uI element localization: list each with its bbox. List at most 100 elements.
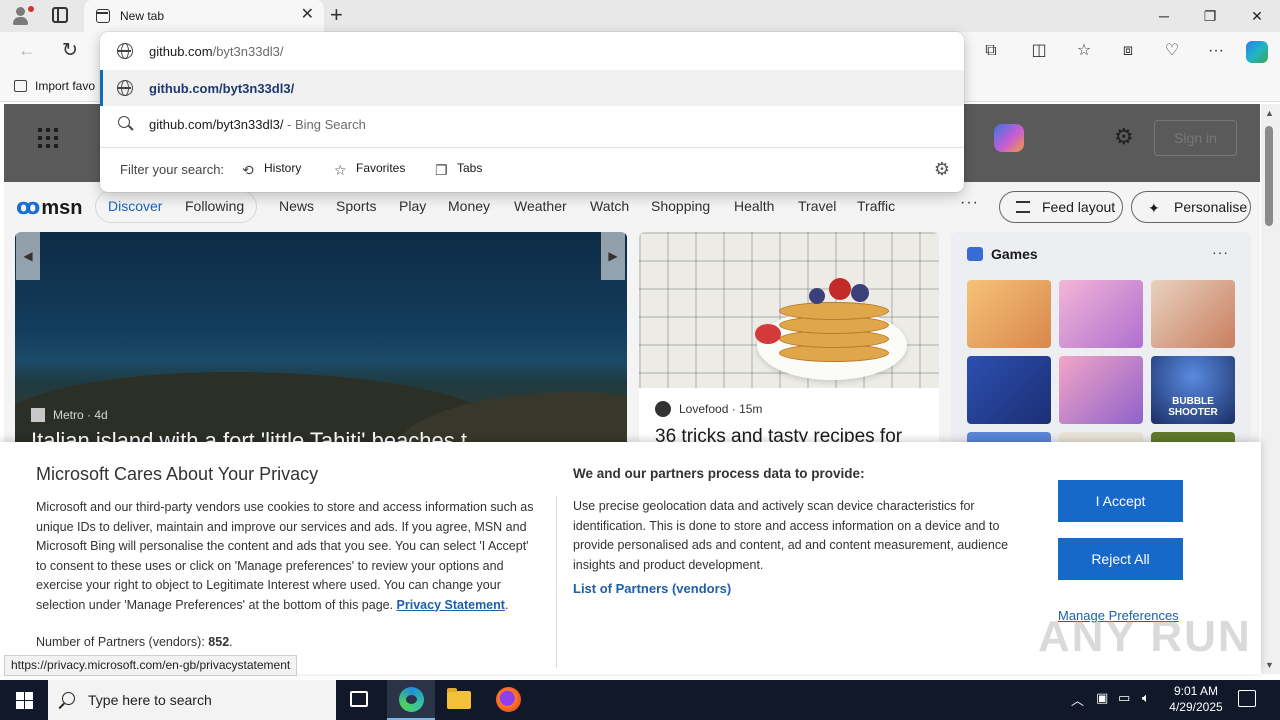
copilot-icon[interactable] bbox=[1246, 41, 1268, 63]
games-icon bbox=[967, 247, 983, 261]
personalise-button[interactable]: ✦ Personalise bbox=[1131, 191, 1251, 223]
profile-avatar[interactable] bbox=[8, 4, 34, 28]
nav-traffic[interactable]: Traffic bbox=[857, 198, 895, 214]
carousel-next-icon[interactable]: ▶ bbox=[601, 232, 625, 280]
copilot-search-icon[interactable] bbox=[994, 124, 1024, 152]
nav-health[interactable]: Health bbox=[734, 198, 774, 214]
list-of-partners-link[interactable]: List of Partners (vendors) bbox=[573, 581, 731, 596]
sign-in-button[interactable]: Sign in bbox=[1154, 120, 1237, 156]
back-button[interactable]: ← bbox=[18, 40, 36, 61]
nav-play[interactable]: Play bbox=[399, 198, 426, 214]
app-launcher-icon[interactable] bbox=[38, 128, 58, 148]
restore-button[interactable]: ❐ bbox=[1187, 0, 1233, 32]
close-tab-button[interactable]: ✕ bbox=[301, 7, 314, 23]
accept-button[interactable]: I Accept bbox=[1058, 480, 1183, 522]
tab-actions-icon[interactable] bbox=[52, 7, 68, 23]
clock-time: 9:01 AM bbox=[1173, 684, 1219, 698]
nav-more-icon[interactable]: ··· bbox=[960, 194, 979, 212]
close-window-button[interactable]: ✕ bbox=[1234, 0, 1280, 32]
game-tile[interactable] bbox=[1059, 432, 1143, 442]
nav-following[interactable]: Following bbox=[185, 198, 244, 214]
game-tile[interactable] bbox=[1059, 280, 1143, 348]
volume-icon[interactable]: 🔈︎ bbox=[1142, 690, 1150, 706]
game-tile[interactable] bbox=[1059, 356, 1143, 424]
split-screen-icon[interactable]: ◫ bbox=[1029, 41, 1049, 61]
windows-taskbar: Type here to search ︿ ▣ ▭ 🔈︎ 9:01 AM 4/2… bbox=[0, 680, 1280, 720]
taskbar-file-explorer[interactable] bbox=[435, 680, 483, 720]
feed-layout-button[interactable]: Feed layout bbox=[999, 191, 1123, 223]
system-clock[interactable]: 9:01 AM 4/29/2025 bbox=[1164, 683, 1228, 715]
search-query: github.com/byt3n33dl3/ bbox=[149, 117, 284, 132]
address-input[interactable]: github.com/byt3n33dl3/ bbox=[100, 33, 964, 69]
folder-icon bbox=[447, 688, 471, 709]
nav-discover[interactable]: Discover bbox=[108, 198, 162, 214]
page-scrollbar[interactable]: ▲ ▼ bbox=[1261, 104, 1280, 674]
game-tile[interactable] bbox=[967, 356, 1051, 424]
history-icon: ⟲ bbox=[242, 162, 254, 178]
start-button[interactable] bbox=[0, 680, 48, 720]
minimize-button[interactable]: ─ bbox=[1141, 0, 1187, 32]
hero-card[interactable]: Metro · 4d Italian island with a fort 'l… bbox=[15, 232, 627, 442]
reload-button[interactable]: ↻ bbox=[62, 39, 78, 62]
title-bar: New tab ✕ + ─ ❐ ✕ bbox=[0, 0, 1280, 32]
card-image bbox=[639, 232, 939, 388]
tray-chevron-icon[interactable]: ︿ bbox=[1071, 690, 1084, 709]
tab-new-tab[interactable]: New tab ✕ bbox=[84, 0, 324, 32]
game-tile[interactable]: BUBBLE SHOOTER bbox=[1151, 356, 1235, 424]
game-tile[interactable] bbox=[967, 432, 1051, 442]
task-view-button[interactable] bbox=[336, 680, 384, 720]
favorites-star-icon[interactable]: ☆ bbox=[1074, 41, 1094, 61]
nav-weather[interactable]: Weather bbox=[514, 198, 567, 214]
scroll-down-icon[interactable]: ▼ bbox=[1265, 660, 1274, 670]
taskbar-firefox[interactable] bbox=[484, 680, 532, 720]
extensions-icon[interactable]: ⧉ bbox=[981, 41, 1001, 61]
nav-shopping[interactable]: Shopping bbox=[651, 198, 710, 214]
privacy-consent-banner: Microsoft Cares About Your Privacy Micro… bbox=[0, 442, 1261, 674]
search-settings-icon[interactable]: ⚙ bbox=[934, 159, 950, 180]
msn-logo[interactable]: ꝏmsn bbox=[16, 194, 82, 220]
nav-money[interactable]: Money bbox=[448, 198, 490, 214]
suggestion-url-text: github.com/byt3n33dl3/ bbox=[149, 81, 295, 96]
notification-icon[interactable] bbox=[1238, 690, 1256, 707]
filter-tabs[interactable]: ❐ Tabs bbox=[435, 161, 482, 177]
nav-sports[interactable]: Sports bbox=[336, 198, 376, 214]
collections-icon[interactable]: ⧈ bbox=[1118, 41, 1138, 61]
filter-history[interactable]: ⟲ History bbox=[242, 161, 301, 177]
games-more-icon[interactable]: ··· bbox=[1212, 244, 1229, 260]
tabs-icon: ❐ bbox=[435, 162, 448, 178]
clock-date: 4/29/2025 bbox=[1169, 700, 1223, 714]
nav-travel[interactable]: Travel bbox=[798, 198, 836, 214]
nav-watch[interactable]: Watch bbox=[590, 198, 629, 214]
taskbar-edge[interactable] bbox=[387, 680, 435, 720]
suggestion-search[interactable]: github.com/byt3n33dl3/ - Bing Search bbox=[100, 106, 964, 142]
address-bar-dropdown: github.com/byt3n33dl3/ github.com/byt3n3… bbox=[100, 32, 964, 192]
new-tab-button[interactable]: + bbox=[330, 3, 343, 27]
taskbar-search[interactable]: Type here to search bbox=[48, 680, 336, 720]
search-icon bbox=[62, 692, 75, 705]
privacy-statement-link[interactable]: Privacy Statement bbox=[397, 598, 505, 612]
game-tile[interactable] bbox=[967, 280, 1051, 348]
card-source: Lovefood · 15m bbox=[655, 401, 762, 417]
browser-essentials-icon[interactable]: ♡ bbox=[1162, 41, 1182, 61]
suggestion-url[interactable]: github.com/byt3n33dl3/ bbox=[100, 70, 964, 106]
tray-device-icon[interactable]: ▣ bbox=[1096, 690, 1108, 706]
hero-title[interactable]: Italian island with a fort 'little Tahit… bbox=[31, 428, 467, 442]
carousel-prev-icon[interactable]: ◀ bbox=[16, 232, 40, 280]
import-favorites-button[interactable]: Import favo bbox=[14, 79, 95, 93]
game-tile[interactable] bbox=[1151, 280, 1235, 348]
hero-source: Metro · 4d bbox=[31, 408, 108, 422]
news-card[interactable]: Lovefood · 15m 36 tricks and tasty recip… bbox=[639, 232, 939, 442]
publisher-logo bbox=[655, 401, 671, 417]
page-settings-icon[interactable]: ⚙ bbox=[1114, 124, 1134, 150]
settings-more-icon[interactable]: ··· bbox=[1206, 41, 1226, 61]
network-icon[interactable]: ▭ bbox=[1118, 690, 1130, 706]
filter-favorites[interactable]: ☆ Favorites bbox=[334, 161, 405, 177]
reject-all-button[interactable]: Reject All bbox=[1058, 538, 1183, 580]
scroll-thumb[interactable] bbox=[1265, 126, 1273, 226]
partners-count: Number of Partners (vendors): 852. bbox=[36, 635, 233, 649]
game-tile[interactable] bbox=[1151, 432, 1235, 442]
filter-label: Filter your search: bbox=[120, 162, 225, 177]
scroll-up-icon[interactable]: ▲ bbox=[1265, 108, 1274, 118]
nav-news[interactable]: News bbox=[279, 198, 314, 214]
card-title[interactable]: 36 tricks and tasty recipes for bbox=[655, 426, 902, 442]
